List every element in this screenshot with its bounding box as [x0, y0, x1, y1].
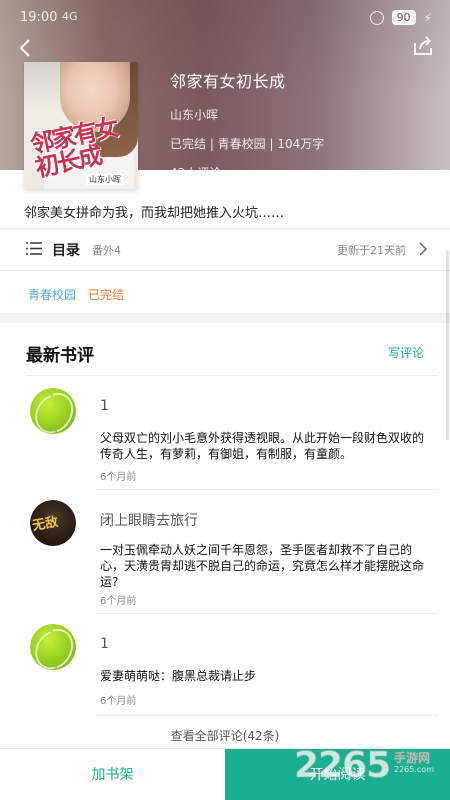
review-text: 一对玉佩牵动人妖之间千年恩怨，圣手医者却救不了自己的心，天潢贵胄却逃不脱自己的命… — [100, 543, 425, 589]
book-cover[interactable]: 邻家有女初长成 山东小晖 — [24, 62, 138, 189]
alarm-icon — [369, 10, 384, 25]
reviewer-name[interactable]: 1 — [100, 636, 109, 652]
reviews-section-title: 最新书评 — [26, 346, 94, 366]
book-cover-avatar-icon: 无敌 — [30, 500, 76, 546]
back-arrow-icon[interactable] — [14, 36, 38, 60]
view-all-reviews-link[interactable]: 查看全部评论(42条) — [0, 727, 450, 744]
watermark-url: 2265.com — [394, 765, 434, 774]
avatar[interactable] — [30, 624, 76, 670]
avatar[interactable]: 无敌 — [30, 500, 76, 546]
reviewer-name[interactable]: 1 — [100, 398, 109, 414]
toc-label: 目录 — [52, 243, 80, 259]
divider — [96, 489, 438, 490]
toc-update-time: 更新于21天前 — [337, 244, 406, 257]
divider — [0, 270, 450, 271]
battery-icon: 90 — [391, 10, 416, 25]
divider — [26, 375, 438, 376]
book-info: 邻家有女初长成 山东小晖 已完结 | 青春校园 | 104万字 42人评论 — [170, 68, 324, 181]
share-icon[interactable] — [412, 36, 434, 56]
review-time: 6个月前 — [100, 696, 137, 707]
section-gap — [0, 313, 450, 323]
status-bar: 19:00 4G 90 ⚡ — [0, 0, 450, 36]
signal-indicator: 4G — [62, 10, 78, 23]
book-reviews-count: 42人评论 — [170, 166, 222, 180]
watermark: 2265 手游网 2265.com — [293, 745, 444, 800]
add-to-shelf-button[interactable]: 加书架 — [0, 749, 225, 800]
cover-author-art: 山东小晖 — [86, 174, 124, 185]
tag-status[interactable]: 已完结 — [88, 286, 124, 303]
book-title: 邻家有女初长成 — [170, 72, 286, 91]
list-icon — [26, 242, 42, 255]
reviewer-name[interactable]: 闭上眼睛去旅行 — [100, 510, 198, 530]
review-time: 6个月前 — [100, 472, 137, 483]
review-text: 父母双亡的刘小毛意外获得透视眼。从此开始一段财色双收的传奇人生，有萝莉，有御姐，… — [100, 431, 425, 461]
book-summary[interactable]: 邻家美女拼命为我，而我却把她推入火坑…… — [24, 202, 284, 221]
status-icons: 90 ⚡ — [369, 10, 432, 25]
divider — [96, 613, 438, 614]
write-review-button[interactable]: 写评论 — [388, 344, 424, 361]
avatar[interactable] — [30, 388, 76, 434]
tag-genre[interactable]: 青春校园 — [28, 286, 76, 303]
review-time: 6个月前 — [100, 596, 137, 607]
tennis-ball-avatar-icon — [30, 388, 76, 434]
toc-latest-chapter: 番外4 — [92, 244, 121, 257]
status-time: 19:00 — [20, 10, 58, 25]
divider — [96, 715, 438, 716]
tennis-ball-avatar-icon — [30, 624, 76, 670]
book-meta: 已完结 | 青春校园 | 104万字 — [170, 137, 325, 151]
table-of-contents-row[interactable]: 目录 番外4 更新于21天前 — [0, 229, 450, 269]
watermark-number: 2265 — [293, 745, 391, 787]
charging-icon: ⚡ — [423, 10, 432, 25]
review-text: 爱妻萌萌哒：腹黑总裁请止步 — [100, 669, 257, 683]
scrollbar[interactable] — [446, 250, 449, 440]
chevron-right-icon — [419, 242, 428, 256]
watermark-text: 手游网 — [394, 751, 431, 766]
book-tags: 青春校园 已完结 — [28, 286, 124, 303]
book-author[interactable]: 山东小晖 — [170, 106, 324, 123]
